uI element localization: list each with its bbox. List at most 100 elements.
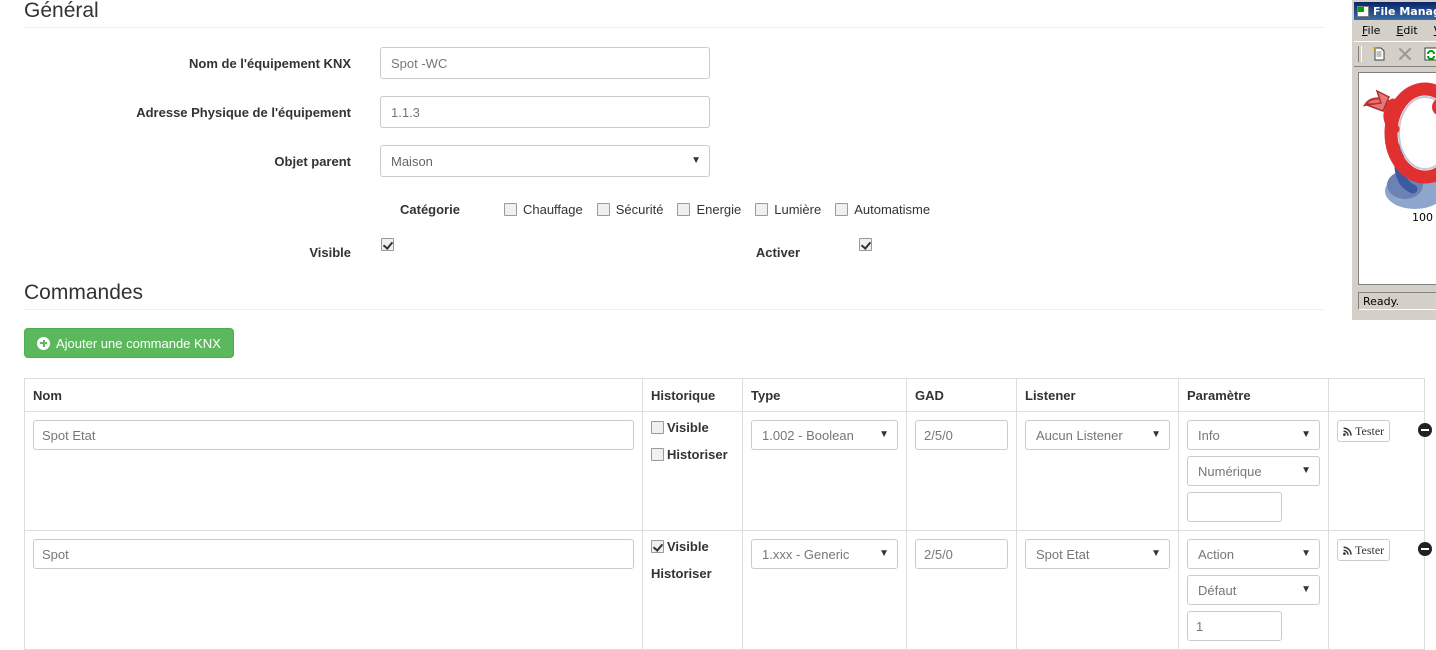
toolbar-grip [1358, 46, 1362, 62]
label-visible: Visible [309, 245, 351, 260]
cell-parametre: Info ▼ Numérique ▼ [1178, 411, 1329, 531]
label-equipment-name: Nom de l'équipement KNX [189, 56, 351, 71]
cell-gad [906, 530, 1017, 650]
menu-file[interactable]: File [1362, 24, 1380, 37]
cell-actions: Tester [1328, 530, 1432, 650]
col-header-historique: Historique [642, 378, 743, 412]
type-select[interactable]: 1.xxx - Generic ▼ [751, 539, 898, 569]
category-label-lumiere: Lumière [774, 202, 822, 217]
historique-visible-option[interactable]: Visible [651, 420, 734, 435]
file-manager-statusbar: Ready. [1358, 292, 1436, 310]
checkbox-icon[interactable] [651, 421, 664, 434]
table-row: Visible Historiser 1.xxx - Generic ▼ Spo… [24, 530, 1432, 650]
checkbox-icon[interactable] [677, 203, 691, 216]
cell-historique: Visible Historiser [642, 530, 743, 650]
parent-object-select[interactable]: Maison ▼ [380, 145, 710, 177]
label-parent-object: Objet parent [274, 154, 351, 169]
file-count-label: 100 files [1412, 211, 1436, 224]
label-category: Catégorie [400, 202, 460, 217]
file-manager-toolbar [1354, 41, 1436, 67]
file-manager-titlebar[interactable]: File Manag [1354, 2, 1436, 20]
parametre-subtype-select[interactable]: Numérique ▼ [1187, 456, 1320, 486]
category-checkbox-automatisme[interactable]: Automatisme [835, 202, 930, 217]
category-row: Catégorie Chauffage Sécurité Energie Lum… [400, 202, 944, 217]
file-manager-content[interactable]: 100 files [1358, 72, 1436, 285]
file-manager-window[interactable]: File Manag File Edit V [1352, 0, 1436, 320]
command-name-input[interactable] [33, 420, 634, 450]
visible-checkbox[interactable] [381, 238, 394, 251]
cell-historique: Visible Historiser [642, 411, 743, 531]
checkbox-icon[interactable] [503, 203, 517, 216]
checkbox-icon[interactable] [651, 448, 664, 461]
category-label-chauffage: Chauffage [522, 202, 583, 217]
checkbox-icon[interactable] [835, 203, 849, 216]
minus-circle-icon[interactable] [1417, 542, 1432, 556]
general-divider [24, 27, 1324, 28]
category-label-energie: Energie [696, 202, 742, 217]
category-checkbox-energie[interactable]: Energie [677, 202, 741, 217]
gad-input[interactable] [915, 539, 1008, 569]
listener-select[interactable]: Spot Etat ▼ [1025, 539, 1170, 569]
refresh-icon[interactable] [1422, 45, 1436, 63]
command-name-input[interactable] [33, 539, 634, 569]
cell-listener: Aucun Listener ▼ [1016, 411, 1179, 531]
cell-nom [24, 411, 643, 531]
historique-historiser-option[interactable]: Historiser [651, 447, 734, 462]
cell-type: 1.002 - Boolean ▼ [742, 411, 907, 531]
menu-edit-rest: dit [1403, 23, 1418, 37]
parametre-kind-select[interactable]: Action ▼ [1187, 539, 1320, 569]
label-activer: Activer [755, 245, 800, 260]
parametre-kind-value: Action [1187, 539, 1320, 569]
page-title-commandes: Commandes [24, 281, 144, 304]
clippy-mascot-image [1362, 82, 1436, 209]
test-button[interactable]: Tester [1337, 420, 1391, 442]
col-header-listener: Listener [1016, 378, 1179, 412]
physical-address-input[interactable] [380, 96, 710, 128]
listener-select[interactable]: Aucun Listener ▼ [1025, 420, 1170, 450]
activer-checkbox[interactable] [859, 238, 872, 251]
new-document-icon[interactable] [1370, 45, 1388, 63]
parametre-subtype-select[interactable]: Défaut ▼ [1187, 575, 1320, 605]
checkbox-icon[interactable] [596, 203, 610, 216]
parent-object-select-value: Maison [380, 145, 710, 177]
label-physical-address: Adresse Physique de l'équipement [136, 105, 351, 120]
add-knx-command-label: Ajouter une commande KNX [56, 335, 221, 351]
file-manager-menubar: File Edit V [1354, 20, 1436, 41]
checkbox-icon[interactable] [755, 203, 769, 216]
historique-visible-label: Visible [667, 539, 709, 554]
add-knx-command-button[interactable]: Ajouter une commande KNX [24, 328, 234, 358]
test-button-label: Tester [1355, 542, 1385, 557]
category-checkbox-chauffage[interactable]: Chauffage [503, 202, 583, 217]
test-button[interactable]: Tester [1337, 539, 1391, 561]
parametre-subtype-value: Numérique [1187, 456, 1320, 486]
type-select[interactable]: 1.002 - Boolean ▼ [751, 420, 898, 450]
col-header-actions [1328, 378, 1425, 412]
category-checkbox-securite[interactable]: Sécurité [596, 202, 663, 217]
test-button-label: Tester [1355, 423, 1385, 438]
cell-nom [24, 530, 643, 650]
col-header-type: Type [742, 378, 907, 412]
listener-select-value: Aucun Listener [1025, 420, 1170, 450]
equipment-name-input[interactable] [380, 47, 710, 79]
cell-type: 1.xxx - Generic ▼ [742, 530, 907, 650]
cell-listener: Spot Etat ▼ [1016, 530, 1179, 650]
minus-circle-icon[interactable] [1417, 423, 1432, 437]
listener-select-value: Spot Etat [1025, 539, 1170, 569]
cell-gad [906, 411, 1017, 531]
parametre-kind-select[interactable]: Info ▼ [1187, 420, 1320, 450]
parametre-subtype-value: Défaut [1187, 575, 1320, 605]
col-header-gad: GAD [906, 378, 1017, 412]
checkbox-icon[interactable] [651, 540, 664, 553]
historique-visible-option[interactable]: Visible [651, 539, 734, 554]
historique-historiser-option[interactable]: Historiser [651, 566, 734, 581]
delete-x-icon[interactable] [1396, 45, 1414, 63]
page-title-general: Général [24, 0, 99, 22]
parametre-value-input[interactable] [1187, 492, 1282, 522]
table-header-row: Nom Historique Type GAD Listener Paramèt… [24, 378, 1425, 412]
menu-edit[interactable]: Edit [1396, 24, 1417, 37]
file-manager-title: File Manag [1373, 4, 1436, 18]
cell-actions: Tester [1328, 411, 1432, 531]
file-manager-app-icon [1357, 5, 1369, 17]
category-checkbox-lumiere[interactable]: Lumière [755, 202, 821, 217]
gad-input[interactable] [915, 420, 1008, 450]
